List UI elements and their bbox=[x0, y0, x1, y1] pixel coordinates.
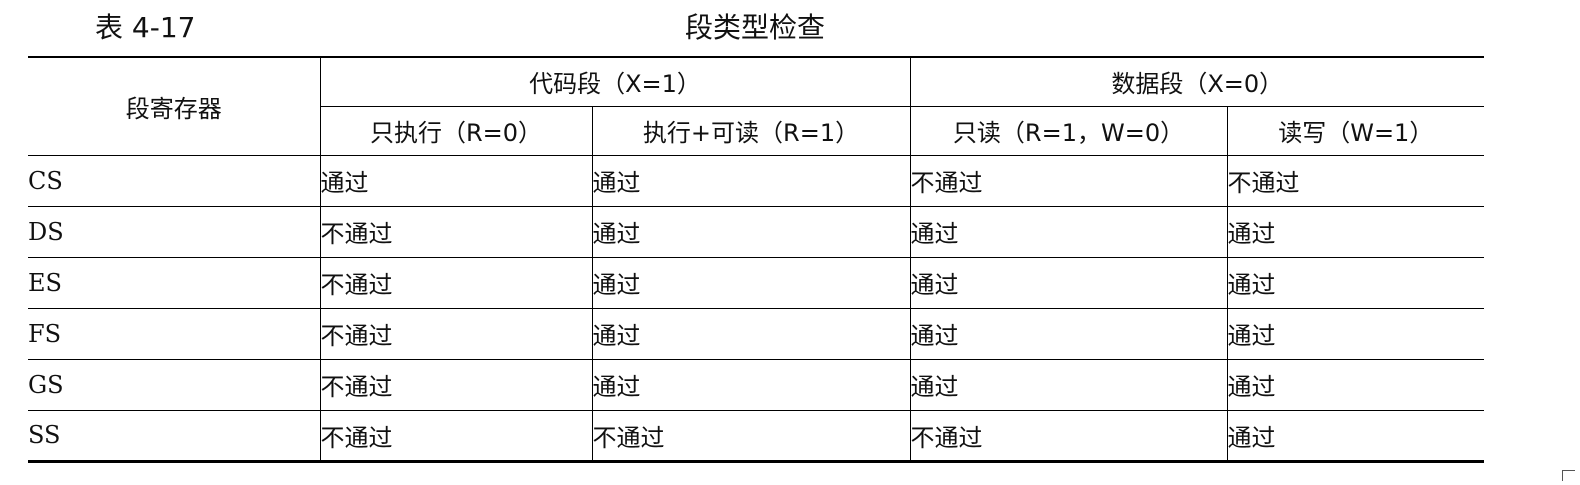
result-cell: 通过 bbox=[1226, 205, 1485, 258]
register-cell: CS bbox=[28, 154, 321, 207]
table-row: FS 不通过 通过 通过 通过 bbox=[28, 307, 1485, 360]
result-cell: 通过 bbox=[591, 205, 911, 258]
result-cell: 通过 bbox=[909, 307, 1228, 360]
table-row: ES 不通过 通过 通过 通过 bbox=[28, 256, 1485, 309]
result-cell: 通过 bbox=[1226, 358, 1485, 411]
register-cell: ES bbox=[28, 256, 321, 309]
result-cell: 通过 bbox=[909, 256, 1228, 309]
result-cell: 通过 bbox=[591, 154, 911, 207]
segment-type-check-table: 段寄存器 代码段（X=1） 数据段（X=0） 只执行（R=0） 执行+可读（R=… bbox=[28, 56, 1485, 463]
page-corner-mark bbox=[1562, 470, 1575, 481]
header-data-segment: 数据段（X=0） bbox=[909, 56, 1485, 107]
table-row: CS 通过 通过 不通过 不通过 bbox=[28, 154, 1485, 207]
result-cell: 不通过 bbox=[1226, 154, 1485, 207]
header-execute-read: 执行+可读（R=1） bbox=[591, 105, 911, 156]
result-cell: 不通过 bbox=[319, 307, 593, 360]
register-cell: SS bbox=[28, 409, 321, 462]
table-row: GS 不通过 通过 通过 通过 bbox=[28, 358, 1485, 411]
header-read-only: 只读（R=1，W=0） bbox=[909, 105, 1228, 156]
result-cell: 通过 bbox=[1226, 256, 1485, 309]
result-cell: 不通过 bbox=[319, 205, 593, 258]
header-row-groups: 段寄存器 代码段（X=1） 数据段（X=0） bbox=[28, 56, 1485, 156]
result-cell: 通过 bbox=[591, 358, 911, 411]
table-row: DS 不通过 通过 通过 通过 bbox=[28, 205, 1485, 258]
result-cell: 不通过 bbox=[319, 358, 593, 411]
result-cell: 通过 bbox=[591, 256, 911, 309]
table-row: SS 不通过 不通过 不通过 通过 bbox=[28, 409, 1485, 462]
header-code-segment: 代码段（X=1） bbox=[319, 56, 911, 107]
result-cell: 不通过 bbox=[319, 409, 593, 462]
header-segment-register: 段寄存器 bbox=[28, 56, 321, 156]
register-cell: GS bbox=[28, 358, 321, 411]
register-cell: DS bbox=[28, 205, 321, 258]
result-cell: 不通过 bbox=[909, 154, 1228, 207]
header-execute-only: 只执行（R=0） bbox=[320, 105, 593, 156]
result-cell: 通过 bbox=[591, 307, 911, 360]
result-cell: 通过 bbox=[909, 205, 1228, 258]
result-cell: 不通过 bbox=[319, 256, 593, 309]
register-cell: FS bbox=[28, 307, 321, 360]
table-number: 表 4-17 bbox=[95, 11, 196, 44]
result-cell: 通过 bbox=[1226, 409, 1485, 462]
result-cell: 不通过 bbox=[591, 409, 911, 462]
result-cell: 通过 bbox=[319, 154, 593, 207]
table-title: 段类型检查 bbox=[684, 11, 825, 44]
header-read-write: 读写（W=1） bbox=[1226, 105, 1485, 156]
result-cell: 不通过 bbox=[909, 409, 1228, 462]
result-cell: 通过 bbox=[909, 358, 1228, 411]
result-cell: 通过 bbox=[1226, 307, 1485, 360]
